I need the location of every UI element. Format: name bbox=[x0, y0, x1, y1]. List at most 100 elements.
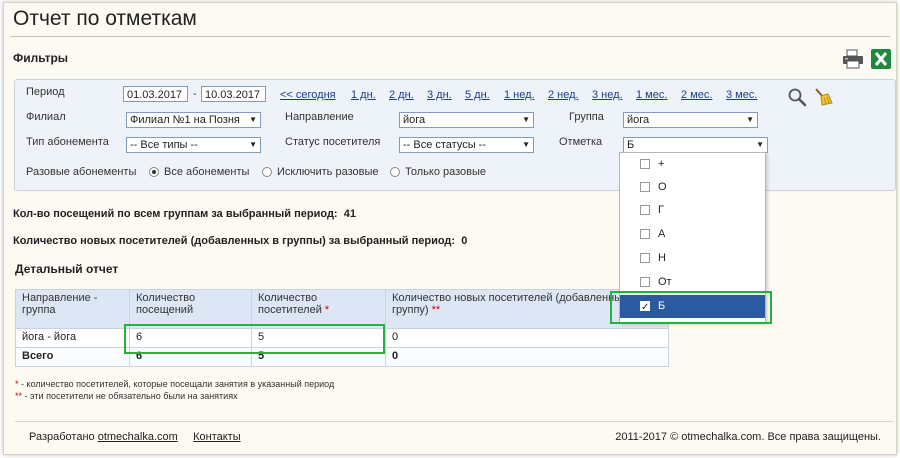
contacts-link[interactable]: Контакты bbox=[193, 431, 241, 443]
direction-select-value: йога bbox=[403, 114, 426, 126]
printer-icon[interactable] bbox=[842, 49, 864, 69]
mark-option-n[interactable]: Н bbox=[620, 247, 765, 270]
mark-option-label: Н bbox=[658, 252, 666, 264]
excel-icon[interactable] bbox=[870, 48, 892, 70]
highlight-box-table bbox=[124, 324, 385, 354]
filters-heading: Фильтры bbox=[13, 51, 69, 65]
footnote-1-text: - количество посетителей, которые посеща… bbox=[21, 379, 335, 389]
radio-only-one-time-label: Только разовые bbox=[405, 166, 487, 178]
mark-option-label: Г bbox=[658, 204, 664, 216]
col-visitors-label: Количество посетителей bbox=[258, 292, 322, 316]
group-select-value: йога bbox=[627, 114, 650, 126]
mark-option-label: + bbox=[658, 158, 665, 170]
radio-exclude-one-time[interactable] bbox=[262, 167, 272, 177]
checkbox[interactable] bbox=[640, 205, 650, 215]
footer-left: Разработано otmechalka.com Контакты bbox=[29, 431, 241, 443]
sub-type-label: Тип абонемента bbox=[26, 136, 109, 148]
checkbox[interactable] bbox=[640, 159, 650, 169]
radio-all-subscriptions-label: Все абонементы bbox=[164, 166, 250, 178]
dropdown-arrow-icon: ▼ bbox=[249, 140, 257, 149]
radio-all-subscriptions[interactable] bbox=[149, 167, 159, 177]
radio-exclude-one-time-label: Исключить разовые bbox=[277, 166, 379, 178]
title-divider bbox=[10, 36, 890, 37]
asterisk-mark: * bbox=[324, 304, 330, 316]
col-direction-group: Направление - группа bbox=[15, 289, 130, 329]
total-new-visitors: 0 bbox=[385, 347, 669, 367]
dropdown-arrow-icon: ▼ bbox=[756, 140, 764, 149]
col-new-visitors-label: Количество новых посетителей (добавленны… bbox=[392, 292, 637, 316]
mark-option-o[interactable]: О bbox=[620, 176, 765, 199]
visits-stat-label: Кол-во посещений по всем группам за выбр… bbox=[13, 208, 338, 220]
quick-link-3m[interactable]: 3 мес. bbox=[726, 89, 757, 101]
visits-stat: Кол-во посещений по всем группам за выбр… bbox=[13, 208, 356, 220]
page-title: Отчет по отметкам bbox=[13, 7, 197, 30]
cell-new-visitors: 0 bbox=[385, 328, 669, 348]
mark-option-a[interactable]: А bbox=[620, 223, 765, 246]
branch-label: Филиал bbox=[26, 111, 66, 123]
double-asterisk-mark: ** bbox=[15, 391, 23, 401]
dropdown-arrow-icon: ▼ bbox=[522, 140, 530, 149]
branch-select[interactable]: Филиал №1 на Позня ▼ bbox=[126, 112, 261, 128]
mark-option-label: О bbox=[658, 181, 667, 193]
total-label: Всего bbox=[15, 347, 130, 367]
quick-link-5d[interactable]: 5 дн. bbox=[465, 89, 490, 101]
dropdown-arrow-icon: ▼ bbox=[746, 115, 754, 124]
visitor-status-label: Статус посетителя bbox=[285, 136, 381, 148]
checkbox[interactable] bbox=[640, 277, 650, 287]
one-time-label: Разовые абонементы bbox=[26, 166, 137, 178]
dropdown-arrow-icon: ▼ bbox=[522, 115, 530, 124]
new-visitors-stat-label: Количество новых посетителей (добавленны… bbox=[13, 235, 456, 247]
direction-label: Направление bbox=[285, 111, 354, 123]
quick-link-1w[interactable]: 1 нед. bbox=[504, 89, 535, 101]
period-label: Период bbox=[26, 86, 65, 98]
developed-by-text: Разработано bbox=[29, 431, 95, 443]
checkbox[interactable] bbox=[640, 182, 650, 192]
quick-link-3w[interactable]: 3 нед. bbox=[592, 89, 623, 101]
quick-link-2w[interactable]: 2 нед. bbox=[548, 89, 579, 101]
quick-link-1m[interactable]: 1 мес. bbox=[636, 89, 667, 101]
radio-only-one-time[interactable] bbox=[390, 167, 400, 177]
quick-link-today[interactable]: << сегодня bbox=[280, 89, 336, 101]
new-visitors-stat-value: 0 bbox=[461, 235, 468, 247]
date-from-input[interactable]: 01.03.2017 bbox=[123, 86, 188, 102]
group-label: Группа bbox=[569, 111, 604, 123]
highlight-box-dropdown bbox=[610, 291, 772, 324]
dropdown-arrow-icon: ▼ bbox=[249, 115, 257, 124]
visitor-status-select[interactable]: -- Все статусы -- ▼ bbox=[399, 137, 534, 153]
direction-select[interactable]: йога ▼ bbox=[399, 112, 534, 128]
col-visitors: Количество посетителей * bbox=[251, 289, 386, 329]
branch-select-value: Филиал №1 на Позня bbox=[130, 114, 240, 126]
mark-select[interactable]: Б ▼ bbox=[623, 137, 768, 153]
detail-report-heading: Детальный отчет bbox=[15, 262, 119, 276]
mark-option-label: А bbox=[658, 228, 666, 240]
footer: Разработано otmechalka.com Контакты 2011… bbox=[15, 421, 893, 452]
search-icon[interactable] bbox=[787, 87, 807, 107]
quick-link-2d[interactable]: 2 дн. bbox=[389, 89, 414, 101]
sub-type-select-value: -- Все типы -- bbox=[130, 139, 198, 151]
quick-link-2m[interactable]: 2 мес. bbox=[681, 89, 712, 101]
date-to-input[interactable]: 10.03.2017 bbox=[201, 86, 266, 102]
quick-link-1d[interactable]: 1 дн. bbox=[351, 89, 376, 101]
clear-filters-broom-icon[interactable] bbox=[812, 87, 834, 107]
double-asterisk-mark: ** bbox=[431, 304, 441, 316]
site-link[interactable]: otmechalka.com bbox=[98, 431, 178, 443]
visits-stat-value: 41 bbox=[343, 208, 356, 220]
new-visitors-stat: Количество новых посетителей (добавленны… bbox=[13, 235, 467, 247]
checkbox[interactable] bbox=[640, 253, 650, 263]
mark-option-plus[interactable]: + bbox=[620, 153, 765, 176]
table-header-row: Направление - группа Количество посещени… bbox=[15, 289, 669, 329]
mark-option-g[interactable]: Г bbox=[620, 199, 765, 222]
copyright-text: 2011-2017 © otmechalka.com. Все права за… bbox=[615, 431, 881, 443]
footnote-2: ** - эти посетители не обязательно были … bbox=[15, 391, 238, 401]
visitor-status-select-value: -- Все статусы -- bbox=[403, 139, 487, 151]
mark-select-value: Б bbox=[627, 139, 635, 151]
col-visits: Количество посещений bbox=[129, 289, 252, 329]
asterisk-mark: * bbox=[15, 379, 19, 389]
footnote-1: * - количество посетителей, которые посе… bbox=[15, 379, 334, 389]
cell-direction-group: йога - йога bbox=[15, 328, 130, 348]
sub-type-select[interactable]: -- Все типы -- ▼ bbox=[126, 137, 261, 153]
footnote-2-text: - эти посетители не обязательно были на … bbox=[24, 391, 238, 401]
quick-link-3d[interactable]: 3 дн. bbox=[427, 89, 452, 101]
group-select[interactable]: йога ▼ bbox=[623, 112, 758, 128]
checkbox[interactable] bbox=[640, 229, 650, 239]
